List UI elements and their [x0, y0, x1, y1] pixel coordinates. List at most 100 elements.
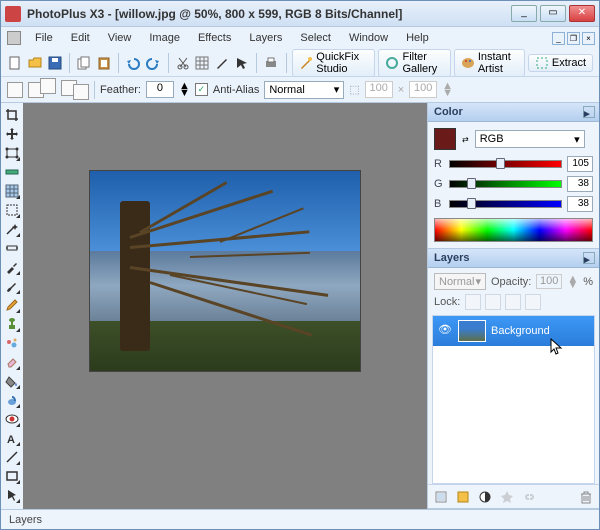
height-input[interactable]: 100 — [409, 81, 437, 98]
opacity-input[interactable]: 100 — [536, 274, 562, 289]
visibility-icon[interactable]: 👁 — [437, 323, 453, 339]
selection-mode-new[interactable] — [7, 82, 23, 98]
smudge-tool[interactable] — [3, 391, 21, 409]
effects-button[interactable] — [498, 488, 516, 506]
menu-view[interactable]: View — [100, 30, 140, 46]
extract-button[interactable]: Extract — [528, 54, 593, 72]
feather-spinner[interactable]: ▲▼ — [179, 83, 190, 97]
blend-mode-select[interactable]: Normal▾ — [264, 81, 344, 99]
lock-pixels-icon[interactable] — [465, 294, 481, 310]
color-mode-select[interactable]: RGB▾ — [475, 130, 585, 148]
selection-mode-add[interactable] — [28, 82, 56, 98]
menu-layers[interactable]: Layers — [241, 30, 290, 46]
height-spinner[interactable]: ▲▼ — [442, 83, 453, 97]
fill-tool[interactable] — [3, 372, 21, 390]
wand-tool[interactable] — [3, 220, 21, 238]
filtergallery-button[interactable]: Filter Gallery — [378, 49, 450, 77]
delete-layer-button[interactable] — [577, 488, 595, 506]
shape-tool[interactable] — [3, 467, 21, 485]
mdi-controls: _ ❐ × — [552, 32, 595, 45]
picture-brush-tool[interactable] — [3, 334, 21, 352]
brush-tool-icon[interactable] — [214, 52, 231, 74]
instantartist-button[interactable]: Instant Artist — [454, 49, 525, 77]
new-adjustment-button[interactable] — [454, 488, 472, 506]
feather-input[interactable]: 0 — [146, 81, 174, 98]
mdi-close[interactable]: × — [582, 32, 595, 45]
layers-panel-header[interactable]: Layers ▸ — [428, 249, 599, 268]
g-slider[interactable] — [449, 180, 562, 188]
layer-item-background[interactable]: 👁 Background — [433, 316, 594, 346]
layers-list[interactable]: 👁 Background — [432, 315, 595, 484]
menu-file[interactable]: File — [27, 30, 61, 46]
b-value[interactable]: 38 — [567, 196, 593, 212]
mdi-minimize[interactable]: _ — [552, 32, 565, 45]
lock-all-icon[interactable] — [525, 294, 541, 310]
mask-button[interactable] — [476, 488, 494, 506]
line-tool[interactable] — [3, 448, 21, 466]
chevron-down-icon: ▾ — [475, 275, 481, 288]
layers-footer — [428, 484, 599, 508]
deform-tool[interactable] — [3, 144, 21, 162]
menu-edit[interactable]: Edit — [63, 30, 98, 46]
menu-select[interactable]: Select — [292, 30, 339, 46]
quickfix-button[interactable]: QuickFix Studio — [292, 49, 375, 77]
text-tool[interactable]: A — [3, 429, 21, 447]
close-button[interactable]: ✕ — [569, 5, 595, 22]
b-slider[interactable] — [449, 200, 562, 208]
color-panel-header[interactable]: Color ▸ — [428, 103, 599, 122]
save-button[interactable] — [46, 52, 63, 74]
wand-icon — [299, 56, 313, 70]
open-button[interactable] — [27, 52, 44, 74]
crop-tool[interactable] — [3, 106, 21, 124]
collapse-icon[interactable]: ▸ — [583, 106, 595, 118]
menu-help[interactable]: Help — [398, 30, 437, 46]
straighten-tool[interactable] — [3, 163, 21, 181]
link-button[interactable] — [520, 488, 538, 506]
new-layer-button[interactable] — [432, 488, 450, 506]
paste-button[interactable] — [96, 52, 113, 74]
selection-tool[interactable] — [3, 201, 21, 219]
canvas-image[interactable] — [90, 171, 360, 371]
swap-colors-icon[interactable]: ⇄ — [462, 135, 469, 144]
eraser-tool[interactable] — [3, 353, 21, 371]
grid-button[interactable] — [194, 52, 211, 74]
undo-button[interactable] — [125, 52, 142, 74]
antialias-checkbox[interactable]: ✓ — [195, 83, 208, 96]
mdi-restore[interactable]: ❐ — [567, 32, 580, 45]
redeye-tool[interactable] — [3, 410, 21, 428]
r-slider[interactable] — [449, 160, 562, 168]
lock-position-icon[interactable] — [485, 294, 501, 310]
arrow-tool-icon[interactable] — [233, 52, 250, 74]
cut-button[interactable] — [174, 52, 191, 74]
svg-text:A: A — [7, 434, 15, 445]
pencil-tool[interactable] — [3, 296, 21, 314]
maximize-button[interactable]: ▭ — [540, 5, 566, 22]
spectrum-picker[interactable] — [434, 218, 593, 242]
r-value[interactable]: 105 — [567, 156, 593, 172]
blend-mode-select[interactable]: Normal▾ — [434, 273, 486, 290]
document-icon[interactable] — [7, 31, 21, 45]
width-input[interactable]: 100 — [365, 81, 393, 98]
menu-window[interactable]: Window — [341, 30, 396, 46]
mesh-tool[interactable] — [3, 182, 21, 200]
lock-transparent-icon[interactable] — [505, 294, 521, 310]
redo-button[interactable] — [145, 52, 162, 74]
opacity-spinner[interactable]: ▲▼ — [567, 276, 578, 288]
foreground-color[interactable] — [434, 128, 456, 150]
pointer-tool[interactable] — [3, 486, 21, 504]
selection-mode-subtract[interactable] — [61, 80, 89, 100]
minimize-button[interactable]: _ — [511, 5, 537, 22]
menu-image[interactable]: Image — [141, 30, 188, 46]
canvas-area[interactable] — [23, 103, 427, 509]
copy-button[interactable] — [76, 52, 93, 74]
move-tool[interactable] — [3, 125, 21, 143]
text-tool2[interactable] — [3, 239, 21, 257]
print-button[interactable] — [263, 52, 280, 74]
collapse-icon[interactable]: ▸ — [583, 252, 595, 264]
new-button[interactable] — [7, 52, 24, 74]
brush-tool[interactable] — [3, 277, 21, 295]
dropper-tool[interactable] — [3, 258, 21, 276]
menu-effects[interactable]: Effects — [190, 30, 239, 46]
g-value[interactable]: 38 — [567, 176, 593, 192]
stamp-tool[interactable] — [3, 315, 21, 333]
